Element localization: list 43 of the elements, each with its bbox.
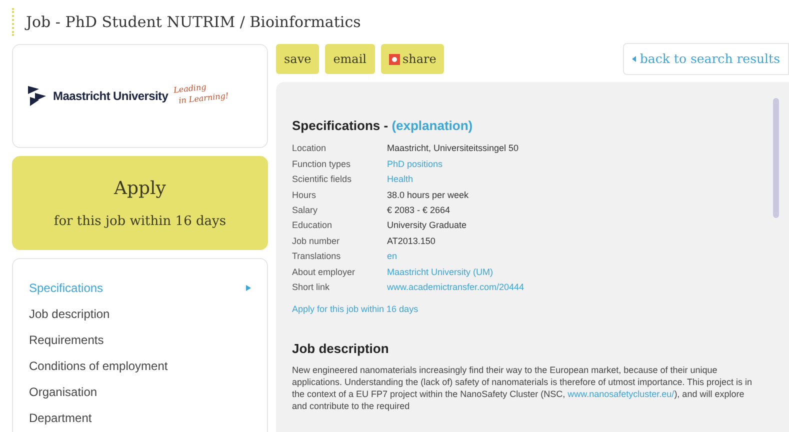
- spec-value: University Graduate: [387, 219, 467, 232]
- section-heading: Job description: [292, 340, 390, 358]
- spec-label: Function types: [292, 158, 352, 171]
- nav-link[interactable]: Requirements: [29, 331, 251, 349]
- spec-label: About employer: [292, 266, 356, 279]
- spec-value: Maastricht, Universiteitssingel 50: [387, 142, 519, 156]
- spec-label: Hours: [292, 188, 318, 202]
- spec-link[interactable]: Maastricht University (UM): [387, 266, 494, 280]
- apply-button[interactable]: Apply for this job within 16 days: [12, 156, 268, 250]
- triangle-icon: [632, 56, 636, 62]
- spec-link[interactable]: PhD positions: [387, 158, 443, 172]
- spec-label: Location: [292, 142, 328, 156]
- nav-link[interactable]: Department: [29, 409, 251, 427]
- nav-link[interactable]: Specifications: [29, 279, 251, 297]
- page-title: Job - PhD Student NUTRIM / Bioinformatics: [26, 12, 361, 33]
- spec-label: Job number: [292, 234, 341, 248]
- spec-link[interactable]: www.academictransfer.com/20444: [387, 280, 524, 294]
- scrollbar-thumb[interactable]: [773, 98, 779, 218]
- spec-label: Translations: [292, 250, 342, 264]
- spec-value: € 2083 - € 2664: [387, 204, 450, 217]
- spec-label: Scientific fields: [292, 173, 353, 186]
- cluster-link[interactable]: www.nanosafetycluster.eu/: [568, 389, 674, 400]
- share-button[interactable]: share: [380, 44, 444, 74]
- job-description-text: New engineered nanomaterials increasingly find their way to the European market, because of their unique applications. Understanding the (lack of) safety of nanomaterials is therefore of utmost importance. This project is in the context of a EU FP7 project within the NanoSafety Cluster (NSC, www.nanosafetycluster.eu/), and will explore and contribute to the required: [292, 364, 754, 412]
- logo-icon: [27, 85, 47, 107]
- nav-link[interactable]: Job description: [29, 305, 251, 323]
- spec-label: Salary: [292, 204, 319, 217]
- apply-link[interactable]: Apply for this job within 16 days: [292, 303, 759, 317]
- action-button[interactable]: email: [325, 44, 375, 74]
- action-button[interactable]: save: [276, 44, 320, 74]
- logo-text: Maastricht University: [53, 88, 168, 105]
- spec-value: AT2013.150: [387, 234, 436, 248]
- spec-label: Short link: [292, 280, 331, 294]
- triangle-icon: [246, 285, 251, 291]
- nav-link[interactable]: Conditions of employment: [29, 357, 251, 375]
- spec-value: 38.0 hours per week: [387, 188, 469, 202]
- spec-label: Education: [292, 219, 334, 232]
- nav-link[interactable]: Organisation: [29, 383, 251, 401]
- section-heading: Specifications -: [292, 117, 390, 135]
- explanation-link[interactable]: (explanation): [392, 116, 473, 136]
- spec-link[interactable]: en: [387, 250, 398, 264]
- back-link[interactable]: back to search results: [622, 43, 789, 75]
- spec-link[interactable]: Health: [387, 173, 414, 187]
